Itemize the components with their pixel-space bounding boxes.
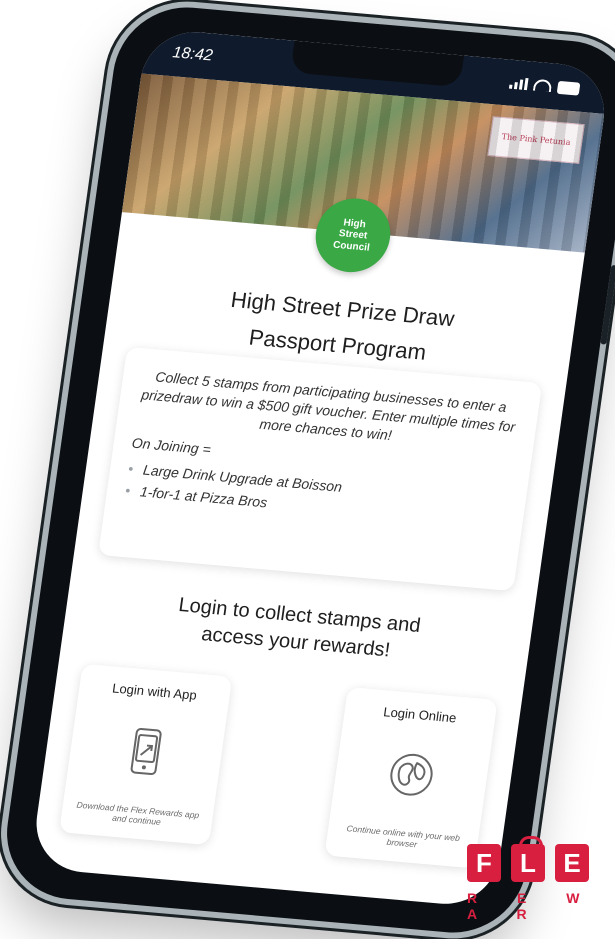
phone-mockup: 18:42 The Pink Petunia High Street Counc…: [0, 1, 615, 939]
bullet-icon: •: [127, 460, 135, 477]
login-with-app-description: Download the Flex Rewards app and contin…: [76, 799, 200, 827]
login-options: Login with App Download the Flex Rewards…: [59, 663, 498, 869]
logo-letter: L: [511, 836, 545, 882]
logo-subtitle: R E W A R: [467, 890, 598, 922]
logo-letters: F L E: [467, 836, 615, 882]
login-with-app-card[interactable]: Login with App Download the Flex Rewards…: [59, 663, 233, 846]
login-online-title: Login Online: [382, 704, 458, 726]
login-with-app-title: Login with App: [111, 680, 198, 703]
globe-icon: [378, 744, 444, 806]
flex-rewards-logo: F L E R E W A R: [467, 836, 615, 922]
logo-letter: E: [555, 844, 589, 882]
side-button: [600, 264, 615, 345]
phone-screen: 18:42 The Pink Petunia High Street Counc…: [29, 27, 611, 909]
status-icons: [508, 76, 581, 96]
bullet-icon: •: [124, 481, 132, 499]
signal-icon: [508, 77, 529, 91]
login-online-description: Continue online with your web browser: [346, 822, 461, 850]
program-info-card: Collect 5 stamps from participating busi…: [98, 346, 543, 592]
perk-text: 1-for-1 at Pizza Bros: [139, 483, 269, 511]
phone-frame: 18:42 The Pink Petunia High Street Counc…: [0, 1, 615, 939]
wifi-icon: [532, 78, 553, 93]
shop-sign: The Pink Petunia: [487, 116, 585, 164]
login-online-card[interactable]: Login Online Continue online with your w…: [324, 686, 498, 869]
phone-icon: [113, 721, 179, 783]
status-time: 18:42: [171, 44, 214, 65]
seal-line-3: Council: [332, 239, 371, 254]
battery-icon: [556, 80, 581, 96]
login-heading: Login to collect stamps and access your …: [62, 582, 532, 676]
logo-letter: F: [467, 844, 501, 882]
